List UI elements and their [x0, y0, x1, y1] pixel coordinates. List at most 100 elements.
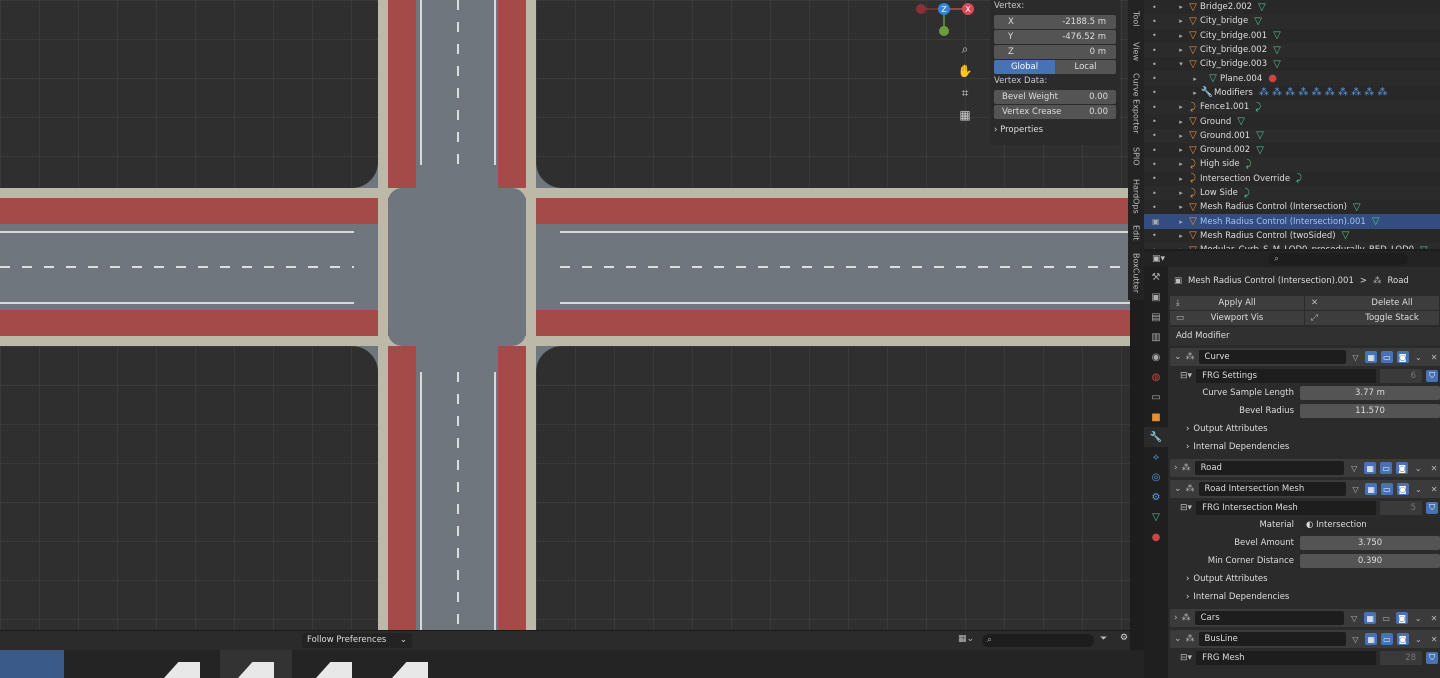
chevron-down-icon[interactable]: ⌄ — [1412, 462, 1424, 474]
tab-curve-exporter[interactable]: Curve Exporter — [1128, 68, 1144, 138]
disclosure-triangle-icon[interactable]: ▸ — [1176, 132, 1186, 140]
disclosure-triangle-icon[interactable]: ▸ — [1176, 146, 1186, 154]
asset-thumbnail[interactable] — [298, 650, 370, 678]
physics-icon[interactable]: ◎ — [1144, 467, 1168, 487]
material-icon[interactable]: ● — [1144, 527, 1168, 547]
asset-thumbnail[interactable] — [146, 650, 218, 678]
tab-view[interactable]: View — [1128, 38, 1144, 64]
chevron-down-icon[interactable]: ⌄ — [1413, 351, 1425, 363]
collection-icon[interactable]: ▭ — [1144, 387, 1168, 407]
data-icon[interactable]: ▽ — [1273, 30, 1281, 41]
cage-icon[interactable]: ▦ — [1365, 633, 1378, 645]
outliner-row[interactable]: • ▸ ⤸ Fence1.001 ⤸ — [1144, 100, 1440, 115]
data-icon[interactable]: ▽ — [1256, 130, 1264, 141]
curve-sample-length-field[interactable]: 3.77 m — [1300, 386, 1440, 400]
asset-thumbnail[interactable] — [220, 650, 292, 678]
outliner-row[interactable]: • ▸ ▽ Mesh Radius Control (twoSided) ▽ — [1144, 229, 1440, 243]
modifier-busline-header[interactable]: ⌄ ⁂ BusLine ▽ ▦ ▭ ◙ ⌄ ✕ — [1170, 630, 1440, 648]
disclosure-triangle-icon[interactable]: ▸ — [1176, 32, 1186, 40]
delete-all-button[interactable]: ✕ Delete All — [1305, 296, 1439, 310]
data-icon[interactable]: ⤸ — [1246, 159, 1252, 170]
viewport-vis-button[interactable]: ▭ Viewport Vis — [1170, 311, 1304, 325]
outliner-row[interactable]: • ▸ ▽ City_bridge.001 ▽ — [1144, 29, 1440, 43]
outliner-row[interactable]: • ▾ ▽ City_bridge.003 ▽ — [1144, 57, 1440, 71]
disclosure-triangle-icon[interactable]: ▸ — [1190, 89, 1200, 97]
apply-all-button[interactable]: ⤓ Apply All — [1170, 296, 1304, 310]
edit-mode-icon[interactable]: ▽ — [1350, 351, 1362, 363]
internal-dependencies-subpanel[interactable]: › Internal Dependencies — [1170, 438, 1440, 456]
modifier-road-intersection-header[interactable]: ⌄ ⁂ Road Intersection Mesh ▽ ▦ ▭ ◙ ⌄ ✕ — [1170, 480, 1440, 498]
filter-icon[interactable]: ⏷ — [1100, 634, 1107, 644]
modifier-name-field[interactable]: Cars — [1194, 611, 1345, 625]
vertex-crease-field[interactable]: Vertex Crease 0.00 — [994, 105, 1116, 119]
bevel-radius-field[interactable]: 11.570 — [1300, 404, 1440, 418]
zoom-icon[interactable]: ⌕ — [956, 40, 974, 58]
hand-pan-icon[interactable]: ✋ — [956, 62, 974, 80]
cage-icon[interactable]: ▦ — [1365, 483, 1378, 495]
camera-icon[interactable]: ◙ — [1396, 612, 1409, 624]
display-mode-icon[interactable]: ▦⌄ — [958, 634, 974, 644]
data-icon[interactable]: ▽ — [1420, 245, 1428, 249]
node-tree-icon[interactable]: ⊟▾ — [1180, 653, 1192, 663]
disclosure-triangle-icon[interactable]: ▸ — [1176, 103, 1186, 111]
asset-search-input[interactable]: ⌕ — [982, 634, 1094, 647]
tab-tool[interactable]: Tool — [1128, 4, 1144, 34]
data-icon[interactable]: ⤸ — [1255, 102, 1261, 113]
wrench-modifier-icon[interactable]: 🔧 — [1144, 427, 1168, 447]
chevron-down-icon[interactable]: ⌄ — [1174, 634, 1182, 644]
monitor-icon[interactable]: ▭ — [1381, 483, 1393, 495]
disclosure-triangle-icon[interactable]: ▸ — [1176, 175, 1186, 183]
outliner-row[interactable]: • ▸ ▽ Bridge2.002 ▽ — [1144, 0, 1440, 14]
object-icon[interactable]: ■ — [1144, 407, 1168, 427]
data-icon[interactable]: ▽ — [1237, 116, 1245, 127]
outliner-row[interactable]: • ▸ ▽ Plane.004 ● — [1144, 71, 1440, 86]
chevron-down-icon[interactable]: ⌄ — [1174, 352, 1182, 362]
bevel-weight-field[interactable]: Bevel Weight 0.00 — [994, 90, 1116, 104]
disclosure-triangle-icon[interactable]: ▾ — [1176, 60, 1186, 68]
shield-icon[interactable]: ⛉ — [1426, 502, 1439, 514]
data-icon[interactable]: ⤸ — [1296, 173, 1302, 184]
data-icon[interactable]: ▽ — [1273, 59, 1281, 70]
global-button[interactable]: Global — [994, 60, 1055, 74]
edit-mode-icon[interactable]: ▽ — [1348, 612, 1360, 624]
outliner-row[interactable]: •▸▽Modular_Curb_S_M_LOD0_procedurally_BE… — [1144, 243, 1440, 249]
outliner-row[interactable]: • ▸ ▽ Mesh Radius Control (Intersection) ▽ — [1144, 200, 1440, 214]
modifier-curve-header[interactable]: ⌄ ⁂ Curve ▽ ▦ ▭ ◙ ⌄ ✕ — [1170, 348, 1440, 366]
render-icon[interactable]: ▣ — [1144, 287, 1168, 307]
disclosure-triangle-icon[interactable]: ▸ — [1176, 203, 1186, 211]
navigation-gizmo[interactable]: Z X — [912, 0, 978, 42]
close-icon[interactable]: ✕ — [1428, 612, 1440, 624]
outliner-row[interactable]: • ▸ ▽ City_bridge ▽ — [1144, 14, 1440, 29]
modifier-name-field[interactable]: Road — [1194, 461, 1345, 475]
vertex-x-field[interactable]: X -2188.5 m — [994, 15, 1116, 29]
close-icon[interactable]: ✕ — [1428, 483, 1440, 495]
tab-boxcutter[interactable]: BoxCutter — [1128, 248, 1144, 298]
edit-mode-icon[interactable]: ▽ — [1350, 633, 1362, 645]
disclosure-triangle-icon[interactable]: ▸ — [1176, 232, 1186, 240]
data-icon[interactable]: ▽ — [1254, 16, 1262, 27]
3d-viewport[interactable]: Z X ⌕ ✋ ⌗ ▦ Vertex: X -2188.5 m Y -476.52 … — [0, 0, 1130, 630]
toggle-stack-button[interactable]: ⤢ Toggle Stack — [1305, 311, 1439, 325]
disclosure-triangle-icon[interactable]: ▸ — [1176, 218, 1186, 226]
tool-icon[interactable]: ⚒ — [1144, 267, 1168, 287]
constraints-icon[interactable]: ⚙ — [1144, 487, 1168, 507]
vertex-z-field[interactable]: Z0 m — [994, 45, 1116, 59]
output-icon[interactable]: ▤ — [1144, 307, 1168, 327]
node-group-field[interactable]: FRG Mesh — [1196, 651, 1377, 665]
shield-icon[interactable]: ⛉ — [1426, 370, 1439, 382]
disclosure-triangle-icon[interactable]: ▸ — [1176, 46, 1186, 54]
data-icon[interactable]: ▽ — [1342, 230, 1350, 241]
data-icon[interactable]: ▽ — [1256, 145, 1264, 156]
tab-spio[interactable]: SPIO — [1128, 142, 1144, 170]
chevron-down-icon[interactable]: ⌄ — [1412, 612, 1424, 624]
edit-mode-icon[interactable]: ▽ — [1350, 483, 1362, 495]
particles-icon[interactable]: ⟡ — [1144, 447, 1168, 467]
world-icon[interactable]: ◍ — [1144, 367, 1168, 387]
scene-icon[interactable]: ◉ — [1144, 347, 1168, 367]
outliner-row[interactable]: • ▸ ▽ Ground.001 ▽ — [1144, 128, 1440, 143]
modifier-cars-header[interactable]: › ⁂ Cars ▽ ▦ ▭ ◙ ⌄ ✕ — [1170, 609, 1440, 627]
gear-icon[interactable]: ⚙ — [1120, 633, 1128, 643]
modifier-name-field[interactable]: Road Intersection Mesh — [1198, 482, 1346, 496]
modifier-list-icons[interactable]: ⁂ ⁂ ⁂ ⁂ ⁂ ⁂ ⁂ ⁂ ⁂ ⁂ — [1259, 87, 1388, 98]
edit-mode-icon[interactable]: ▽ — [1348, 462, 1360, 474]
